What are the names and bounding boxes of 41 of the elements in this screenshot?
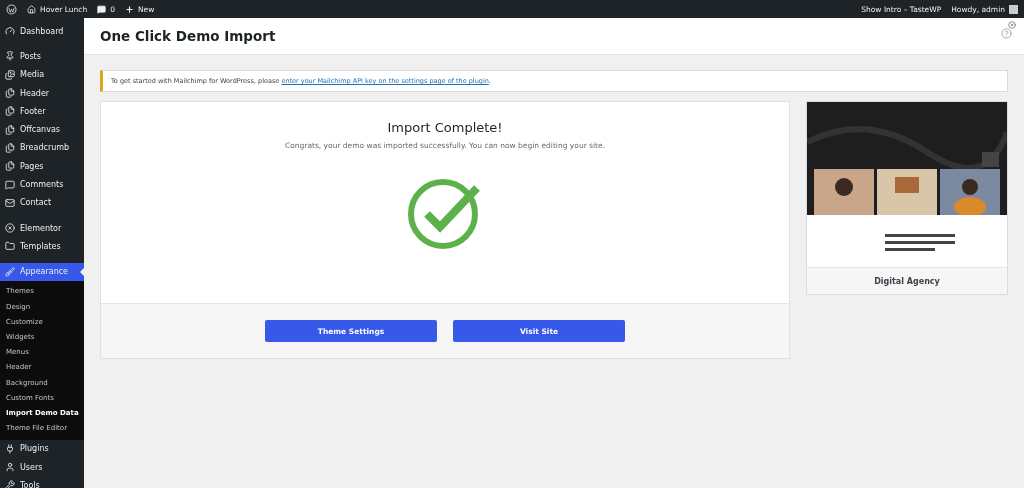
- sidebar-item[interactable]: Contact: [0, 193, 84, 212]
- demo-card[interactable]: Digital Agency: [806, 101, 1008, 295]
- user-icon: [5, 462, 15, 473]
- sidebar-item[interactable]: Header: [0, 83, 84, 103]
- sidebar-item[interactable]: Posts: [0, 47, 84, 66]
- sidebar-item[interactable]: Comments: [0, 175, 84, 194]
- pages-icon: [5, 142, 15, 153]
- sidebar-item[interactable]: Pages: [0, 157, 84, 176]
- home-icon: [27, 4, 36, 14]
- images-icon: [5, 69, 15, 80]
- sidebar-item[interactable]: Users: [0, 458, 84, 477]
- demo-name: Digital Agency: [807, 267, 1007, 294]
- sidebar-item[interactable]: Media: [0, 65, 84, 84]
- wordpress-logo-icon[interactable]: [6, 3, 17, 15]
- page-title: One Click Demo Import: [100, 28, 276, 44]
- speech-bubble-icon: [97, 4, 107, 14]
- gauge-icon: [5, 26, 15, 37]
- sidebar-item[interactable]: Dashboard: [0, 22, 84, 41]
- speech-bubble-icon: [5, 179, 15, 190]
- plug-icon: [5, 443, 15, 454]
- import-title: Import Complete!: [387, 120, 503, 135]
- close-icon[interactable]: [1008, 21, 1016, 29]
- wrench-icon: [5, 480, 15, 488]
- sidebar-item[interactable]: Elementor: [0, 218, 84, 238]
- sidebar-item[interactable]: Offcanvas: [0, 120, 84, 139]
- sidebar-item[interactable]: Breadcrumb: [0, 138, 84, 158]
- pages-icon: [5, 161, 15, 172]
- sidebar-item[interactable]: Templates: [0, 237, 84, 256]
- folder-icon: [5, 241, 15, 252]
- sidebar-item[interactable]: Appearance: [0, 262, 84, 281]
- pages-icon: [5, 88, 15, 99]
- pin-icon: [5, 51, 15, 62]
- plus-icon: [124, 4, 134, 14]
- envelope-icon: [5, 197, 15, 208]
- pages-icon: [5, 106, 15, 117]
- brush-icon: [5, 266, 15, 277]
- help-icon[interactable]: [1001, 28, 1012, 39]
- pages-icon: [5, 124, 15, 135]
- sidebar-item[interactable]: Plugins: [0, 439, 84, 459]
- sidebar-item[interactable]: Tools: [0, 476, 84, 488]
- sidebar-item[interactable]: Footer: [0, 102, 84, 121]
